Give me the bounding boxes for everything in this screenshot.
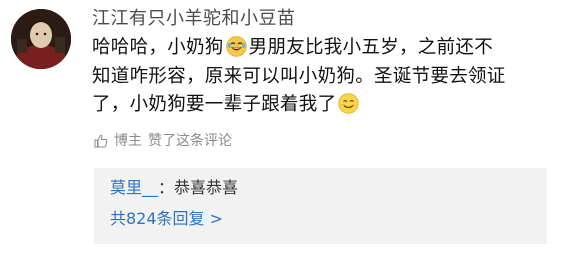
smile-emoji-icon [338,93,360,114]
comment-text-1a: 哈哈哈，小奶狗 [92,37,224,58]
avatar-photo-icon [11,9,71,69]
author-label: 博主 [114,133,142,149]
avatar[interactable] [11,9,71,69]
thumbs-up-icon[interactable] [94,134,108,148]
comment-username[interactable]: 江江有只小羊驼和小豆苗 [92,8,296,30]
reply-item: 莫里__：恭喜恭喜 [110,177,238,199]
reply-username[interactable]: 莫里__ [110,178,158,197]
view-all-replies-link[interactable]: 共824条回复 > [110,208,223,230]
reply-text: 恭喜恭喜 [174,178,239,197]
laughing-tears-emoji-icon [225,36,247,57]
reply-box[interactable]: 莫里__：恭喜恭喜 共824条回复 > [94,168,547,244]
liked-text: 赞了这条评论 [148,133,232,149]
comment-line-1: 哈哈哈，小奶狗 男朋友比我小五岁，之前还不 [92,34,562,63]
comment-line-2: 知道咋形容，原来可以叫小奶狗。圣诞节要去领证 [92,65,506,87]
comment-line-3: 了，小奶狗要一辈子跟着我了 [92,91,562,120]
reply-separator: ： [158,178,175,197]
comment-meta: 博主 赞了这条评论 [94,131,232,151]
comment-text-3: 了，小奶狗要一辈子跟着我了 [92,94,337,115]
comment-text: 哈哈哈，小奶狗 男朋友比我小五岁，之前还不 知道咋形容，原来可以叫小奶狗。圣诞节… [92,34,562,120]
comment-text-1b: 男朋友比我小五岁，之前还不 [248,37,494,58]
